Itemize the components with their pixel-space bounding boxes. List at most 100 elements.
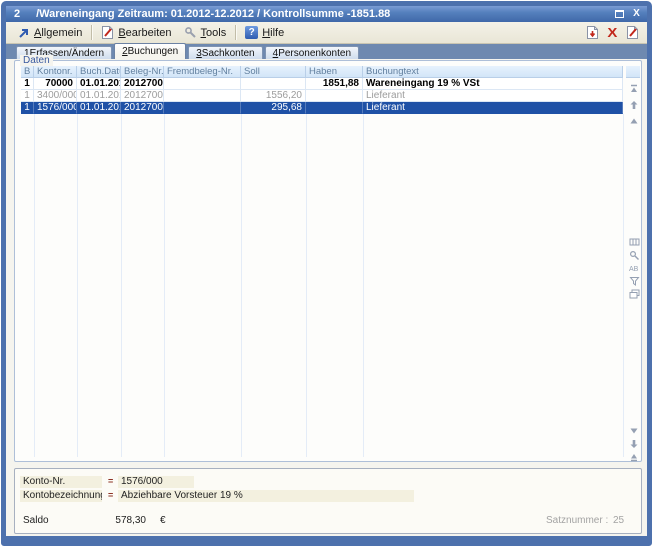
- kontobezeichnung-label: Kontobezeichnung: [20, 490, 102, 502]
- close-icon: X: [633, 9, 640, 19]
- column-header-soll[interactable]: Soll: [241, 66, 306, 78]
- first-record-icon[interactable]: [628, 83, 640, 95]
- tab-page-buchungen: Daten BKontonr.Buch.DatumBeleg-Nr.Fremdb…: [6, 59, 647, 536]
- column-header-haben[interactable]: Haben: [306, 66, 363, 78]
- daten-groupbox: Daten BKontonr.Buch.DatumBeleg-Nr.Fremdb…: [14, 60, 642, 462]
- close-window-button[interactable]: X: [630, 8, 643, 20]
- column-header-belegnr[interactable]: Beleg-Nr.: [121, 66, 164, 78]
- konto-nr-label: Konto-Nr.: [20, 476, 102, 488]
- windows-icon[interactable]: [628, 288, 640, 300]
- filter-icon[interactable]: [628, 275, 640, 287]
- menu-item-allgemein[interactable]: Allgemein: [12, 25, 88, 41]
- table-row-3[interactable]: 11576/00001.01.201220127001 295,68 Liefera…: [21, 102, 623, 114]
- cell-buchdatum[interactable]: 01.01.2012: [77, 78, 121, 90]
- cell-haben[interactable]: 1851,88: [306, 78, 363, 90]
- menubar: Allgemein Bearbeiten Tools ?Hilfe X: [6, 22, 647, 44]
- cell-soll[interactable]: [241, 78, 306, 90]
- cell-belegnr[interactable]: 20127001: [121, 78, 164, 90]
- next-record-icon[interactable]: [628, 425, 640, 437]
- cell-fremdbelegnr[interactable]: [164, 90, 241, 102]
- toolbar-right: X: [586, 25, 641, 40]
- cell-haben[interactable]: [306, 102, 363, 114]
- column-gridline: [623, 114, 624, 457]
- cell-b[interactable]: 1: [21, 90, 34, 102]
- cell-kontonr[interactable]: 70000: [34, 78, 77, 90]
- column-gridline: [121, 114, 122, 457]
- page-up-icon[interactable]: [628, 99, 640, 111]
- saldo-currency: €: [157, 515, 169, 527]
- cell-b[interactable]: 1: [21, 78, 34, 90]
- delete-icon: X: [608, 25, 618, 40]
- cell-buchungtext[interactable]: Lieferant: [363, 102, 623, 114]
- equals-marker: =: [108, 490, 113, 502]
- menu-item-label: Bearbeiten: [118, 27, 171, 39]
- cell-belegnr[interactable]: 20127001: [121, 102, 164, 114]
- menu-item-tools[interactable]: Tools: [178, 24, 233, 41]
- column-header-b[interactable]: B: [21, 66, 34, 78]
- konto-nr-field[interactable]: 1576/000: [118, 476, 194, 488]
- cell-kontonr[interactable]: 3400/000: [34, 90, 77, 102]
- cell-soll[interactable]: 1556,20: [241, 90, 306, 102]
- search-icon[interactable]: [628, 249, 640, 261]
- window-id: 2: [14, 8, 20, 20]
- menu-items: Allgemein Bearbeiten Tools ?Hilfe: [12, 23, 290, 42]
- satznummer-value: 25: [610, 515, 627, 527]
- column-header-buchungtext[interactable]: Buchungtext: [363, 66, 623, 78]
- tools-icon: [184, 26, 197, 39]
- cell-fremdbelegnr[interactable]: [164, 102, 241, 114]
- menu-item-label: Allgemein: [34, 27, 82, 39]
- tab-sachkonten[interactable]: 3 Sachkonten: [188, 46, 262, 59]
- table-row-1[interactable]: 17000001.01.201220127001 1851,88Wareneing…: [21, 78, 623, 90]
- cell-buchdatum[interactable]: 01.01.2012: [77, 90, 121, 102]
- arrow-up-right-icon: [18, 27, 30, 39]
- column-gridline: [363, 114, 364, 457]
- column-header-buchdatum[interactable]: Buch.Datum: [77, 66, 121, 78]
- column-header-fremdbelegnr[interactable]: Fremdbeleg-Nr.: [164, 66, 241, 78]
- last-record-icon[interactable]: [628, 451, 640, 463]
- column-gridline: [34, 114, 35, 457]
- group-label: Daten: [20, 55, 53, 66]
- titlebar: 2 /Wareneingang Zeitraum: 01.2012-12.201…: [6, 6, 647, 22]
- saldo-value: 578,30: [75, 515, 149, 527]
- cell-buchdatum[interactable]: 01.01.2012: [77, 102, 121, 114]
- table-header-row: BKontonr.Buch.DatumBeleg-Nr.Fremdbeleg-N…: [21, 66, 623, 78]
- tab-strip: 1 Erfassen/Ändern2 Buchungen3 Sachkonten…: [16, 43, 361, 59]
- restore-window-button[interactable]: [613, 8, 626, 20]
- column-gridline: [241, 114, 242, 457]
- kontobezeichnung-field[interactable]: Abziehbare Vorsteuer 19 %: [118, 490, 414, 502]
- save-document-button[interactable]: [586, 25, 599, 40]
- column-header-kontonr[interactable]: Kontonr.: [34, 66, 77, 78]
- help-icon: ?: [245, 26, 258, 39]
- cell-b[interactable]: 1: [21, 102, 34, 114]
- menu-item-hilfe[interactable]: ?Hilfe: [239, 24, 290, 41]
- cell-soll[interactable]: 295,68: [241, 102, 306, 114]
- cell-belegnr[interactable]: 20127001: [121, 90, 164, 102]
- column-gridline: [306, 114, 307, 457]
- satznummer-label: Satznummer :: [543, 515, 611, 527]
- prev-record-icon[interactable]: [628, 115, 640, 127]
- cell-fremdbelegnr[interactable]: [164, 78, 241, 90]
- table-row-2[interactable]: 13400/00001.01.201220127001 1556,20 Liefer…: [21, 90, 623, 102]
- tab-personenkonten[interactable]: 4 Personenkonten: [265, 46, 359, 59]
- record-nav-strip: AB: [627, 81, 641, 457]
- cell-buchungtext[interactable]: Wareneingang 19 % VSt: [363, 78, 623, 90]
- delete-button[interactable]: X: [608, 25, 617, 40]
- cell-haben[interactable]: [306, 90, 363, 102]
- tab-buchungen[interactable]: 2 Buchungen: [114, 43, 186, 59]
- menu-item-label: Tools: [201, 27, 227, 39]
- menu-separator: [91, 25, 92, 40]
- edit-document-button[interactable]: [626, 25, 639, 40]
- edit-document-icon: [101, 25, 114, 40]
- equals-marker: =: [108, 476, 113, 488]
- app-window: 2 /Wareneingang Zeitraum: 01.2012-12.201…: [1, 1, 652, 546]
- columns-icon[interactable]: [628, 236, 640, 248]
- sort-icon[interactable]: AB: [628, 262, 640, 274]
- page-down-icon[interactable]: [628, 438, 640, 450]
- menu-item-bearbeiten[interactable]: Bearbeiten: [95, 23, 177, 42]
- bookings-table: BKontonr.Buch.DatumBeleg-Nr.Fremdbeleg-N…: [21, 66, 623, 114]
- cell-kontonr[interactable]: 1576/000: [34, 102, 77, 114]
- table-header-spacer: [626, 66, 640, 78]
- cell-buchungtext[interactable]: Lieferant: [363, 90, 623, 102]
- menu-separator: [235, 25, 236, 40]
- restore-icon: [615, 10, 624, 18]
